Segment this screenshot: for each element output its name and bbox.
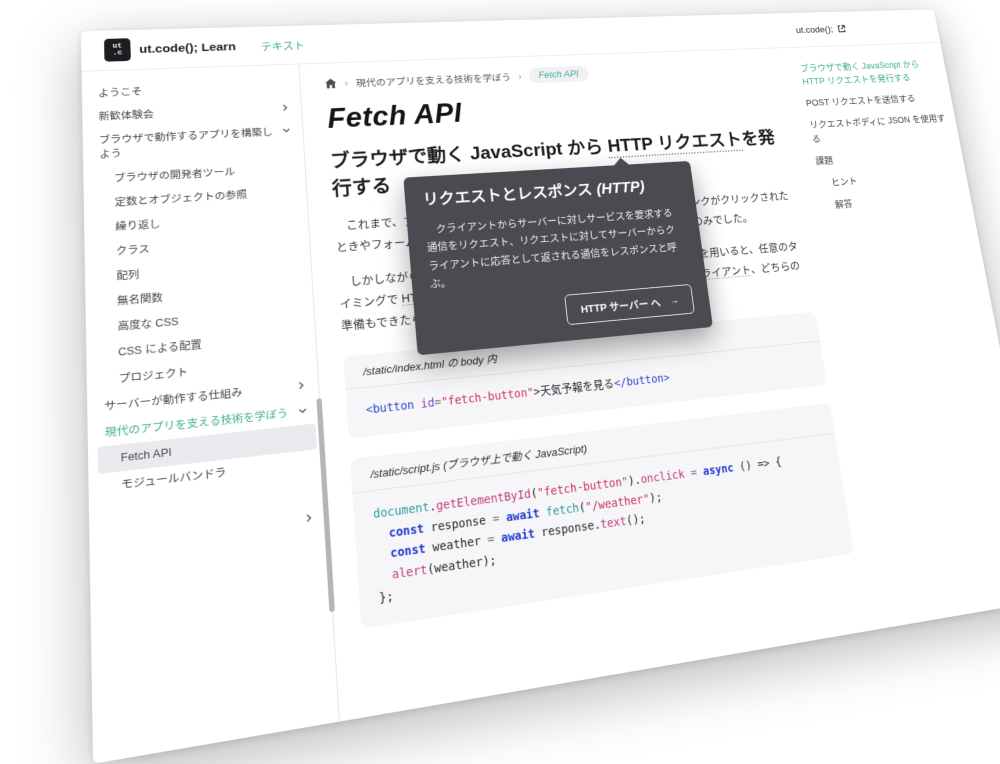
toc-item-3[interactable]: 課題 [814, 146, 954, 168]
external-site-link[interactable]: ut.code(); [795, 24, 847, 35]
brand-title[interactable]: ut.code(); Learn [139, 40, 236, 56]
chevron-down-icon [298, 405, 308, 415]
breadcrumb-separator: › [518, 71, 522, 82]
content-columns: ようこそ新歓体験会ブラウザで動作するアプリを構築しようブラウザの開発者ツール定数… [82, 43, 1000, 764]
nav-link-text[interactable]: テキスト [260, 37, 305, 53]
toc-list: ブラウザで動く JavaScript から HTTP リクエストを発行するPOS… [799, 57, 962, 213]
tooltip-body: クライアントからサーバーに対しサービスを要求する通信をリクエスト、リクエストに対… [425, 203, 690, 293]
utcode-logo-icon[interactable]: ut .c [104, 38, 131, 61]
toc-item-1[interactable]: POST リクエストを送信する [805, 91, 944, 111]
page-title: Fetch API [326, 84, 783, 134]
sidebar-item-label: ようこそ [98, 80, 289, 101]
toc-item-0[interactable]: ブラウザで動く JavaScript から HTTP リクエストを発行する [799, 57, 939, 89]
external-site-label: ut.code(); [795, 24, 834, 35]
topbar-spacer [305, 30, 796, 45]
glossary-tooltip: リクエストとレスポンス (HTTP) クライアントからサーバーに対しサービスを要… [403, 161, 713, 355]
code-block-script-js: /static/script.js (ブラウザ上で動く JavaScript) … [350, 403, 854, 629]
screen: ut .c ut.code(); Learn テキスト ut.code(); よ… [0, 0, 1000, 563]
http-server-link-button[interactable]: HTTP サーバー へ → [564, 284, 694, 325]
toc-item-5[interactable]: 解答 [822, 189, 963, 213]
sidebar-item-label: ブラウザで動作するアプリを構築しよう [99, 125, 278, 162]
glossary-term[interactable]: HTTP リクエスト [607, 130, 744, 158]
breadcrumb-current-page-badge: Fetch API [528, 66, 589, 84]
sidebar-item-label [107, 513, 298, 537]
sidebar-item-label: 新歓体験会 [98, 103, 276, 124]
breadcrumb-section-link[interactable]: 現代のアプリを支える技術を学ぼう [355, 70, 511, 90]
chevron-right-icon [296, 380, 306, 390]
breadcrumb-separator: › [344, 77, 348, 88]
chevron-right-icon [304, 513, 314, 524]
toc-item-4[interactable]: ヒント [818, 167, 958, 190]
home-icon[interactable] [325, 78, 337, 88]
tooltip-actions: HTTP サーバー へ → [432, 284, 695, 337]
sidebar-item[interactable] [99, 505, 322, 564]
main-article: › 現代のアプリを支える技術を学ぼう › Fetch API Fetch API… [299, 48, 888, 722]
external-link-icon [837, 24, 847, 33]
course-sidebar: ようこそ新歓体験会ブラウザで動作するアプリを構築しようブラウザの開発者ツール定数… [82, 64, 340, 763]
arrow-right-icon: → [669, 294, 680, 306]
learn-site-window: ut .c ut.code(); Learn テキスト ut.code(); よ… [81, 9, 1000, 764]
sidebar-list: ようこそ新歓体験会ブラウザで動作するアプリを構築しようブラウザの開発者ツール定数… [91, 75, 322, 564]
chevron-down-icon [282, 126, 292, 135]
toc-item-2[interactable]: リクエストボディに JSON を使用する [809, 112, 951, 146]
tooltip-title-paren: (HTTP) [596, 179, 646, 198]
chevron-right-icon [280, 103, 290, 112]
